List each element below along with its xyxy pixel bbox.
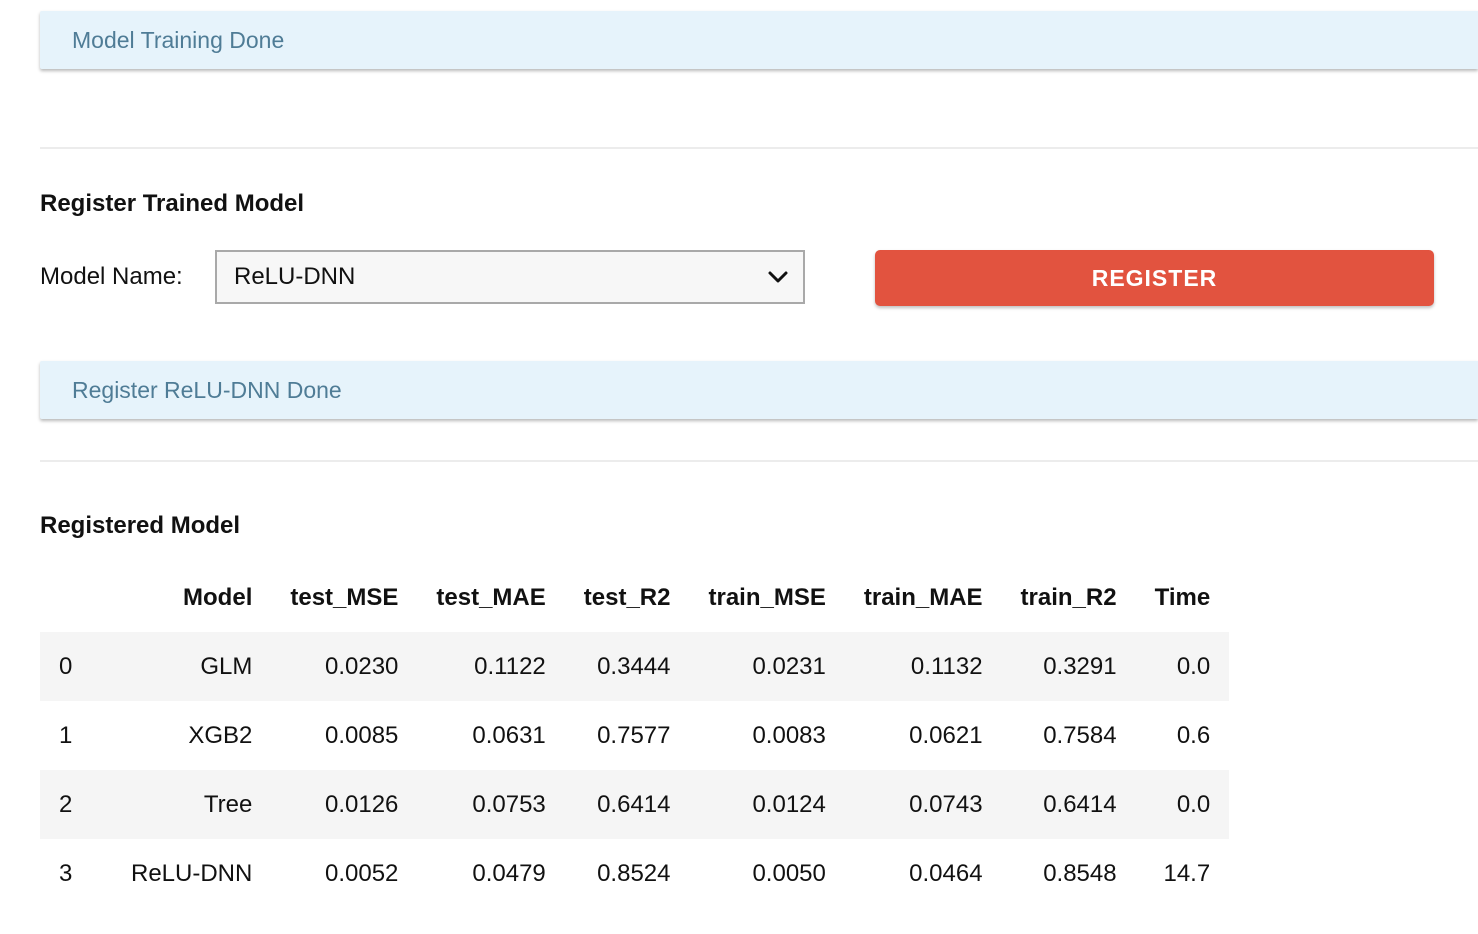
column-header-test-mse: test_MSE bbox=[290, 583, 399, 611]
cell-train-mse: 0.0124 bbox=[752, 790, 826, 818]
column-header-time: Time bbox=[1154, 583, 1211, 611]
cell-train-r2: 0.6414 bbox=[1043, 790, 1117, 818]
chevron-down-icon bbox=[768, 271, 788, 283]
cell-train-mse: 0.0231 bbox=[752, 652, 826, 680]
cell-test-mse: 0.0126 bbox=[325, 790, 399, 818]
register-button[interactable]: REGISTER bbox=[875, 250, 1434, 306]
register-done-alert-text: Register ReLU-DNN Done bbox=[72, 376, 342, 403]
cell-model: XGB2 bbox=[188, 721, 253, 749]
table-row: 0 GLM 0.0230 0.1122 0.3444 0.0231 0.1132… bbox=[40, 632, 1230, 701]
cell-train-r2: 0.3291 bbox=[1043, 652, 1117, 680]
cell-time: 0.6 bbox=[1176, 721, 1211, 749]
cell-test-mae: 0.1122 bbox=[474, 652, 546, 680]
column-header-index bbox=[40, 563, 112, 632]
column-header-train-mse: train_MSE bbox=[708, 583, 826, 611]
cell-test-r2: 0.6414 bbox=[597, 790, 671, 818]
column-header-train-mae: train_MAE bbox=[863, 583, 983, 611]
cell-test-r2: 0.3444 bbox=[597, 652, 671, 680]
cell-time: 0.0 bbox=[1176, 652, 1211, 680]
cell-time: 14.7 bbox=[1163, 859, 1211, 887]
table-row: 2 Tree 0.0126 0.0753 0.6414 0.0124 0.074… bbox=[40, 770, 1230, 839]
column-header-test-r2: test_R2 bbox=[583, 583, 671, 611]
cell-train-mae: 0.0621 bbox=[909, 721, 983, 749]
register-done-alert: Register ReLU-DNN Done bbox=[40, 361, 1478, 419]
cell-test-r2: 0.8524 bbox=[597, 859, 671, 887]
table-row: 3 ReLU-DNN 0.0052 0.0479 0.8524 0.0050 0… bbox=[40, 839, 1230, 908]
cell-train-r2: 0.8548 bbox=[1043, 859, 1117, 887]
training-done-alert-text: Model Training Done bbox=[72, 26, 285, 53]
model-name-label: Model Name: bbox=[40, 263, 183, 290]
cell-model: Tree bbox=[203, 790, 253, 818]
cell-index: 3 bbox=[59, 859, 73, 887]
column-header-model: Model bbox=[183, 583, 253, 611]
cell-index: 2 bbox=[59, 790, 73, 818]
cell-test-mse: 0.0085 bbox=[325, 721, 399, 749]
table-header-row: Model test_MSE test_MAE test_R2 train_MS… bbox=[40, 563, 1229, 632]
cell-test-r2: 0.7577 bbox=[597, 721, 671, 749]
cell-time: 0.0 bbox=[1176, 790, 1211, 818]
cell-train-mse: 0.0083 bbox=[752, 721, 826, 749]
cell-train-mae: 0.0464 bbox=[909, 859, 983, 887]
cell-train-mae: 0.0743 bbox=[909, 790, 983, 818]
divider bbox=[40, 147, 1478, 149]
model-name-select-value: ReLU-DNN bbox=[234, 263, 356, 290]
training-done-alert: Model Training Done bbox=[40, 11, 1478, 69]
divider bbox=[40, 460, 1478, 462]
registered-models-table: Model test_MSE test_MAE test_R2 train_MS… bbox=[40, 563, 1230, 908]
table-row: 1 XGB2 0.0085 0.0631 0.7577 0.0083 0.062… bbox=[40, 701, 1230, 770]
cell-test-mae: 0.0753 bbox=[472, 790, 546, 818]
cell-test-mse: 0.0230 bbox=[325, 652, 399, 680]
cell-model: ReLU-DNN bbox=[131, 859, 253, 887]
cell-train-mae: 0.1132 bbox=[910, 652, 983, 680]
model-name-select[interactable]: ReLU-DNN bbox=[215, 250, 805, 304]
registered-model-title: Registered Model bbox=[40, 512, 241, 539]
column-header-train-r2: train_R2 bbox=[1020, 583, 1117, 611]
cell-test-mae: 0.0631 bbox=[472, 721, 546, 749]
cell-train-mse: 0.0050 bbox=[752, 859, 826, 887]
cell-test-mse: 0.0052 bbox=[325, 859, 399, 887]
page: Model Training Done Register Trained Mod… bbox=[0, 0, 1478, 934]
cell-index: 0 bbox=[59, 652, 73, 680]
register-section-title: Register Trained Model bbox=[40, 190, 305, 217]
cell-train-r2: 0.7584 bbox=[1043, 721, 1117, 749]
cell-index: 1 bbox=[59, 721, 73, 749]
column-header-test-mae: test_MAE bbox=[436, 583, 546, 611]
cell-model: GLM bbox=[200, 652, 253, 680]
cell-test-mae: 0.0479 bbox=[472, 859, 546, 887]
